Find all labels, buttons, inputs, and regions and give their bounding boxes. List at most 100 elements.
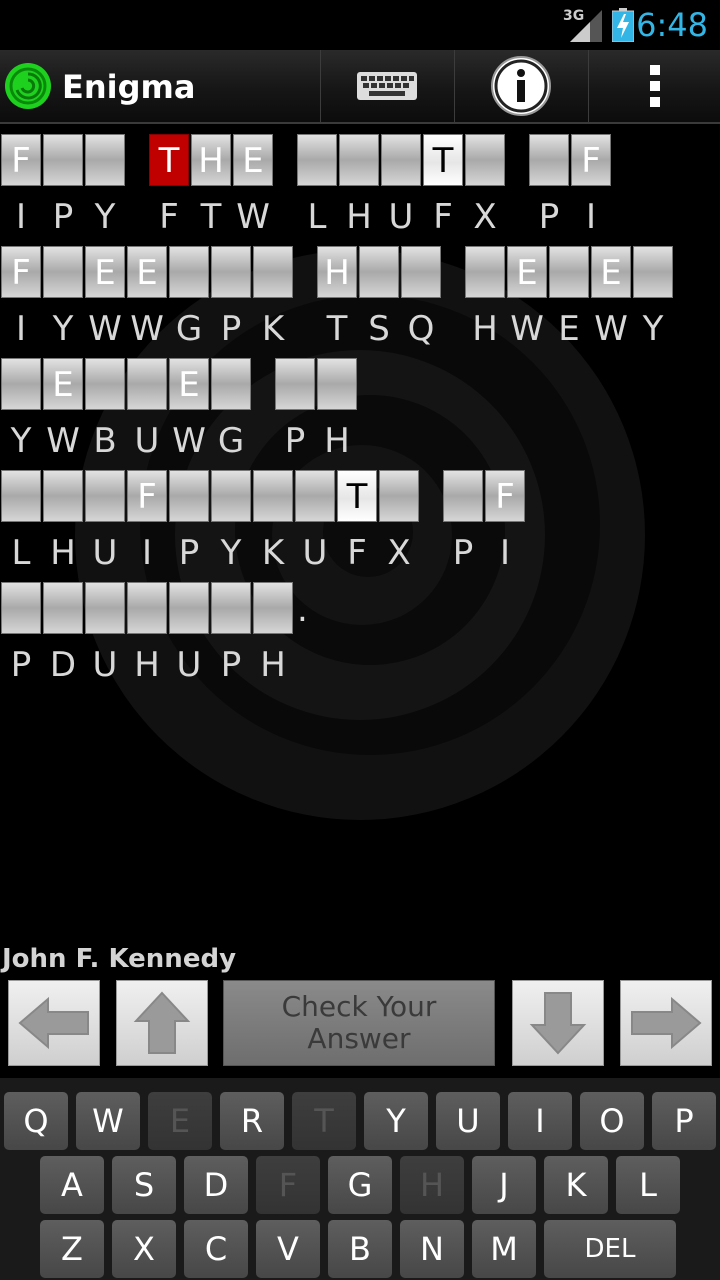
letter-slot[interactable] xyxy=(253,470,293,522)
cipher-letter: F xyxy=(433,197,453,237)
key-o[interactable]: O xyxy=(580,1092,644,1150)
letter-slot[interactable]: E xyxy=(43,358,83,410)
letter-slot[interactable] xyxy=(529,134,569,186)
letter-slot[interactable]: F xyxy=(1,134,41,186)
letter-slot[interactable]: E xyxy=(233,134,273,186)
key-k[interactable]: K xyxy=(544,1156,608,1214)
letter-slot[interactable] xyxy=(127,582,167,634)
key-g[interactable]: G xyxy=(328,1156,392,1214)
letter-slot[interactable] xyxy=(381,134,421,186)
letter-slot[interactable]: F xyxy=(485,470,525,522)
letter-slot[interactable] xyxy=(127,358,167,410)
key-a[interactable]: A xyxy=(40,1156,104,1214)
letter-slot[interactable] xyxy=(295,470,335,522)
letter-slot[interactable] xyxy=(443,470,483,522)
letter-slot[interactable]: F xyxy=(571,134,611,186)
letter-slot[interactable] xyxy=(169,246,209,298)
letter-slot[interactable] xyxy=(633,246,673,298)
key-r[interactable]: R xyxy=(220,1092,284,1150)
key-t[interactable]: T xyxy=(292,1092,356,1150)
letter-slot[interactable]: E xyxy=(591,246,631,298)
key-l[interactable]: L xyxy=(616,1156,680,1214)
letter-slot[interactable] xyxy=(275,358,315,410)
cipher-letter: P xyxy=(220,645,242,685)
key-y[interactable]: Y xyxy=(364,1092,428,1150)
letter-slot[interactable] xyxy=(85,358,125,410)
letter-slot[interactable] xyxy=(211,358,251,410)
letter-slot[interactable] xyxy=(253,246,293,298)
overflow-menu-icon xyxy=(650,65,660,107)
punctuation: . xyxy=(297,590,308,630)
letter-slot[interactable]: T xyxy=(423,134,463,186)
cipher-letter: T xyxy=(200,197,222,237)
letter-slot[interactable]: H xyxy=(191,134,231,186)
letter-slot[interactable] xyxy=(401,246,441,298)
letter-slot[interactable] xyxy=(211,246,251,298)
move-left-button[interactable] xyxy=(8,980,100,1066)
key-z[interactable]: Z xyxy=(40,1220,104,1278)
check-answer-button[interactable]: Check Your Answer xyxy=(223,980,495,1066)
key-n[interactable]: N xyxy=(400,1220,464,1278)
letter-slot[interactable] xyxy=(85,582,125,634)
letter-slot[interactable]: E xyxy=(169,358,209,410)
key-b[interactable]: B xyxy=(328,1220,392,1278)
letter-slot[interactable] xyxy=(169,582,209,634)
letter-slot[interactable] xyxy=(43,246,83,298)
letter-slot[interactable] xyxy=(359,246,399,298)
key-q[interactable]: Q xyxy=(4,1092,68,1150)
letter-slot[interactable] xyxy=(43,582,83,634)
letter-slot[interactable] xyxy=(297,134,337,186)
delete-key[interactable]: DEL xyxy=(544,1220,676,1278)
key-s[interactable]: S xyxy=(112,1156,176,1214)
key-p[interactable]: P xyxy=(652,1092,716,1150)
letter-slot[interactable] xyxy=(379,470,419,522)
letter-slot[interactable] xyxy=(465,134,505,186)
letter-slot[interactable] xyxy=(211,582,251,634)
key-v[interactable]: V xyxy=(256,1220,320,1278)
keyboard-button[interactable] xyxy=(320,50,453,122)
letter-slot[interactable] xyxy=(1,582,41,634)
battery-charging-icon xyxy=(612,8,634,42)
key-u[interactable]: U xyxy=(436,1092,500,1150)
letter-slot[interactable] xyxy=(43,470,83,522)
letter-slot[interactable] xyxy=(549,246,589,298)
key-e[interactable]: E xyxy=(148,1092,212,1150)
letter-slot[interactable]: E xyxy=(127,246,167,298)
letter-slot[interactable] xyxy=(85,134,125,186)
overflow-menu-button[interactable] xyxy=(588,50,720,122)
key-d[interactable]: D xyxy=(184,1156,248,1214)
key-c[interactable]: C xyxy=(184,1220,248,1278)
move-down-button[interactable] xyxy=(512,980,604,1066)
letter-slot[interactable] xyxy=(169,470,209,522)
letter-slot[interactable] xyxy=(43,134,83,186)
cipher-letter: Y xyxy=(52,309,74,349)
letter-slot[interactable]: H xyxy=(317,246,357,298)
key-m[interactable]: M xyxy=(472,1220,536,1278)
letter-slot[interactable] xyxy=(465,246,505,298)
keyboard-icon xyxy=(357,72,417,100)
key-x[interactable]: X xyxy=(112,1220,176,1278)
key-h[interactable]: H xyxy=(400,1156,464,1214)
cipher-letter: U xyxy=(176,645,202,685)
letter-slot[interactable] xyxy=(1,358,41,410)
cipher-letter: H xyxy=(134,645,160,685)
letter-slot[interactable]: T xyxy=(149,134,189,186)
key-w[interactable]: W xyxy=(76,1092,140,1150)
info-button[interactable] xyxy=(454,50,587,122)
letter-slot[interactable]: E xyxy=(85,246,125,298)
letter-slot[interactable] xyxy=(85,470,125,522)
letter-slot[interactable] xyxy=(211,470,251,522)
letter-slot[interactable]: F xyxy=(127,470,167,522)
letter-slot[interactable] xyxy=(253,582,293,634)
letter-slot[interactable]: T xyxy=(337,470,377,522)
letter-slot[interactable]: F xyxy=(1,246,41,298)
letter-slot[interactable] xyxy=(317,358,357,410)
letter-slot[interactable] xyxy=(1,470,41,522)
move-up-button[interactable] xyxy=(116,980,208,1066)
letter-slot[interactable]: E xyxy=(507,246,547,298)
key-f[interactable]: F xyxy=(256,1156,320,1214)
letter-slot[interactable] xyxy=(339,134,379,186)
key-i[interactable]: I xyxy=(508,1092,572,1150)
move-right-button[interactable] xyxy=(620,980,712,1066)
key-j[interactable]: J xyxy=(472,1156,536,1214)
